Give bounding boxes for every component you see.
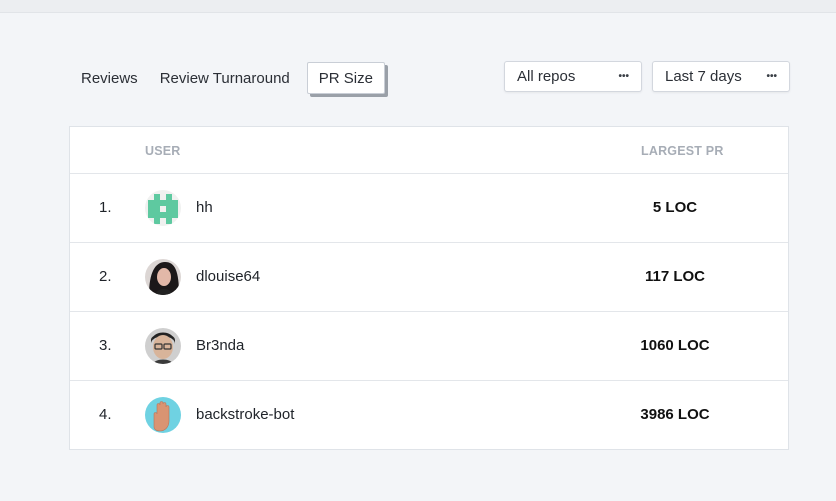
largest-pr-value: 5 LOC [652,199,698,216]
table-row: 4. backstroke-bot 3986 LOC [70,381,788,450]
hand-avatar[interactable] [145,397,181,433]
username[interactable]: Br3nda [196,337,244,354]
largest-pr-value: 117 LOC [644,268,706,285]
tab-pr-size[interactable]: PR Size [306,62,385,94]
rank-number: 4. [99,406,112,423]
username[interactable]: backstroke-bot [196,406,294,423]
more-dots-icon: ••• [618,71,629,82]
table-row: 3. Br3nda 1060 LOC [70,312,788,381]
date-range-value: Last 7 days [665,68,742,85]
identicon-avatar[interactable] [145,190,181,226]
tab-reviews[interactable]: Reviews [70,62,149,94]
photo-avatar[interactable] [145,328,181,364]
top-bar [0,0,836,13]
username[interactable]: dlouise64 [196,268,260,285]
username[interactable]: hh [196,199,213,216]
largest-pr-value: 3986 LOC [640,406,710,423]
table-header: USER LARGEST PR [70,127,788,174]
table-row: 2. dlouise64 117 LOC [70,243,788,312]
tab-review-turnaround[interactable]: Review Turnaround [149,62,301,94]
rank-number: 3. [99,337,112,354]
largest-pr-value: 1060 LOC [640,337,710,354]
column-header-user: USER [145,144,181,158]
date-range-select[interactable]: Last 7 days ••• [652,61,790,92]
photo-avatar[interactable] [145,259,181,295]
rank-number: 2. [99,268,112,285]
rank-number: 1. [99,199,112,216]
repo-filter-value: All repos [517,68,576,85]
column-header-largest-pr: LARGEST PR [641,144,724,158]
metric-tabs: Reviews Review Turnaround PR Size [70,61,385,95]
table-row: 1. hh 5 LOC [70,174,788,243]
pr-size-table: USER LARGEST PR 1. hh 5 LOC 2. dlouise64… [69,126,789,450]
more-dots-icon: ••• [766,71,777,82]
repo-filter-select[interactable]: All repos ••• [504,61,642,92]
